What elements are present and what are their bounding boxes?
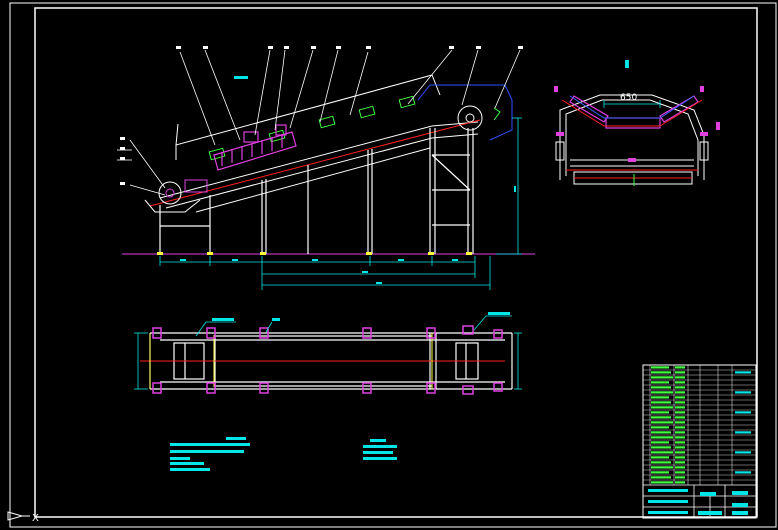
parts-list-cell-mark xyxy=(735,451,751,454)
parts-list-cell-mark xyxy=(651,406,673,409)
parts-list-cell-mark xyxy=(675,401,685,404)
parts-list-cell-mark xyxy=(651,431,671,434)
parts-list-cell-mark xyxy=(651,451,673,454)
parts-list-cell-mark xyxy=(651,376,673,379)
parts-list-cell-mark xyxy=(651,481,673,484)
parts-list-cell-mark xyxy=(651,421,673,424)
parts-list-cell-mark xyxy=(675,476,685,479)
parts-list-cell-mark xyxy=(735,471,751,474)
parts-list-cell-mark xyxy=(675,396,685,399)
parts-list-cell-mark xyxy=(675,406,685,409)
parts-list-cell-mark xyxy=(735,391,751,394)
parts-list-cell-mark xyxy=(651,416,671,419)
parts-list-cell-mark xyxy=(675,411,685,414)
parts-list-cell-mark xyxy=(675,416,685,419)
cad-drawing-canvas: 650 X xyxy=(0,0,778,530)
parts-list-cell-mark xyxy=(675,421,685,424)
parts-list-cell-mark xyxy=(675,381,685,384)
trough-width-label: 650 xyxy=(620,93,637,103)
parts-list-cell-mark xyxy=(651,446,671,449)
parts-list-cell-mark xyxy=(675,461,685,464)
parts-list-cell-mark xyxy=(675,441,685,444)
parts-list-cell-mark xyxy=(651,436,673,439)
parts-list-cell-mark xyxy=(651,401,671,404)
parts-list-cell-mark xyxy=(651,386,671,389)
parts-list-cell-mark xyxy=(675,481,685,484)
parts-list-cell-mark xyxy=(675,451,685,454)
parts-list-cell-mark xyxy=(675,431,685,434)
parts-list-cell-mark xyxy=(675,371,685,374)
parts-list-cell-mark xyxy=(675,456,685,459)
parts-list-cell-mark xyxy=(651,366,669,369)
ucs-axis-x-label: X xyxy=(32,513,39,524)
parts-list-cell-mark xyxy=(651,426,669,429)
parts-list-cell-mark xyxy=(651,461,671,464)
parts-list-cell-mark xyxy=(675,386,685,389)
parts-list-cell-mark xyxy=(651,371,671,374)
parts-list-cell-mark xyxy=(735,431,751,434)
parts-list-cell-mark xyxy=(675,426,685,429)
parts-list-cell-mark xyxy=(651,471,669,474)
parts-list-cell-mark xyxy=(651,396,669,399)
parts-list-cell-mark xyxy=(675,471,685,474)
parts-list-cell-mark xyxy=(675,391,685,394)
parts-list-cell-mark xyxy=(651,476,671,479)
parts-list-cell-mark xyxy=(675,446,685,449)
parts-list-cell-mark xyxy=(651,466,673,469)
parts-list-cell-mark xyxy=(651,381,669,384)
parts-list-cell-mark xyxy=(675,466,685,469)
parts-list-cell-mark xyxy=(675,376,685,379)
parts-list-cell-mark xyxy=(651,391,673,394)
parts-list-cell-mark xyxy=(651,456,669,459)
parts-list-cell-mark xyxy=(675,366,685,369)
parts-list-cell-mark xyxy=(735,411,751,414)
parts-list-cell-mark xyxy=(675,436,685,439)
parts-list-cell-mark xyxy=(735,371,751,374)
parts-list-cell-mark xyxy=(651,411,669,414)
parts-list-cell-mark xyxy=(651,441,669,444)
section-marker xyxy=(625,60,629,68)
